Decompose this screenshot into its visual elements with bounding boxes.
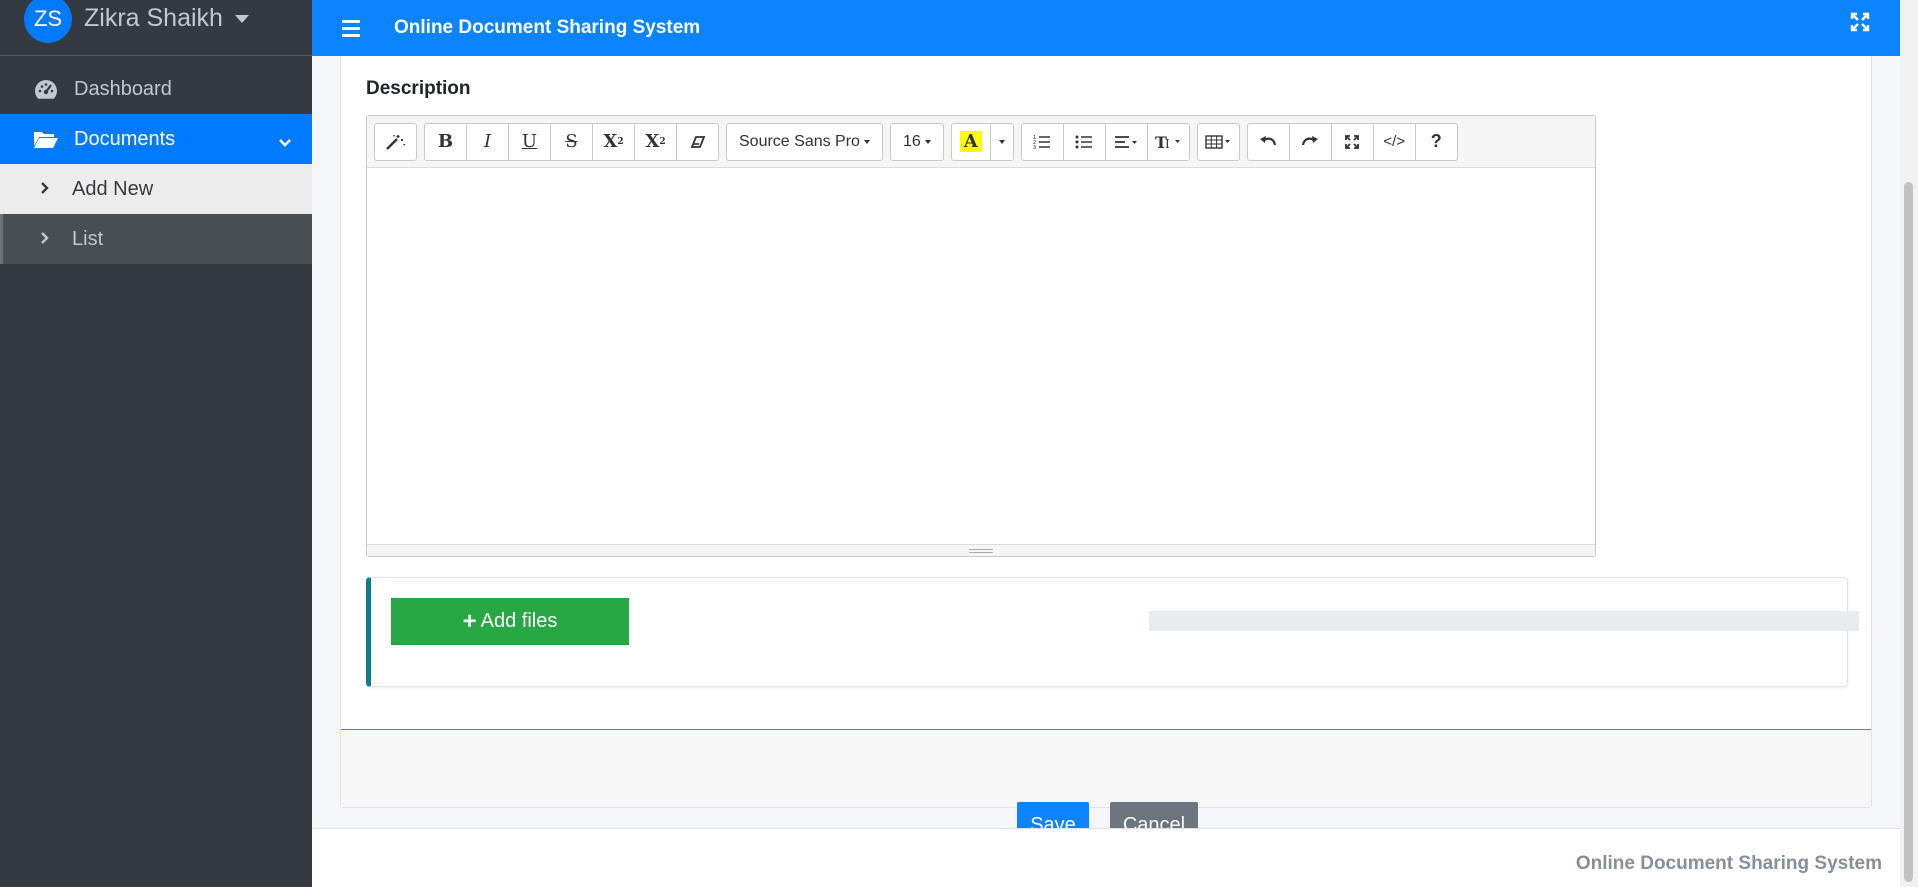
color-dropdown[interactable] <box>989 122 1014 161</box>
sidebar-item-dashboard[interactable]: Dashboard <box>0 64 312 114</box>
caret-down-icon[interactable] <box>234 14 249 23</box>
sidebar-item-label: Dashboard <box>74 77 172 100</box>
svg-text:3: 3 <box>1033 145 1036 150</box>
ordered-list-icon[interactable]: 123 <box>1020 122 1064 161</box>
code-view-icon[interactable]: </> <box>1372 122 1416 161</box>
superscript-icon[interactable]: X2 <box>592 122 635 161</box>
document-form-card: Description B I U S X2 X2 Source Sans Pr… <box>340 56 1872 849</box>
sidebar-item-documents[interactable]: Documents <box>0 114 312 164</box>
align-icon[interactable] <box>1104 122 1148 161</box>
svg-text:I: I <box>1165 137 1170 150</box>
underline-icon[interactable]: U <box>508 122 551 161</box>
font-family-dropdown[interactable]: Source Sans Pro <box>726 122 883 161</box>
fullscreen-icon[interactable] <box>1330 122 1374 161</box>
subscript-icon[interactable]: X2 <box>634 122 677 161</box>
bold-icon[interactable]: B <box>424 122 467 161</box>
rich-text-editor: B I U S X2 X2 Source Sans Pro 16 A 1 2 3… <box>366 115 1596 557</box>
plus-icon: + <box>462 607 477 635</box>
sidebar-item-list[interactable]: List <box>0 214 312 264</box>
line-height-icon[interactable]: TI <box>1146 122 1190 161</box>
user-name[interactable]: Zikra Shaikh <box>84 4 223 33</box>
redo-icon[interactable] <box>1288 122 1332 161</box>
user-panel[interactable]: ZS Zikra Shaikh <box>0 0 312 56</box>
font-size-dropdown[interactable]: 16 <box>889 122 944 161</box>
description-label: Description <box>366 78 471 99</box>
card-footer: Save Cancel <box>341 729 1871 849</box>
fullscreen-icon[interactable] <box>1850 12 1870 37</box>
editor-toolbar: B I U S X2 X2 Source Sans Pro 16 A 1 2 3… <box>367 116 1595 168</box>
color-icon[interactable]: A <box>950 122 991 161</box>
table-icon[interactable] <box>1196 122 1240 161</box>
folder-open-icon <box>32 127 60 151</box>
add-files-label: Add files <box>480 610 558 632</box>
scrollbar[interactable] <box>1900 0 1918 887</box>
eraser-icon[interactable] <box>676 122 719 161</box>
magic-icon[interactable] <box>374 122 417 161</box>
help-icon[interactable]: ? <box>1414 122 1458 161</box>
sidebar-item-label: List <box>72 227 104 250</box>
unordered-list-icon[interactable] <box>1062 122 1106 161</box>
hamburger-menu-icon[interactable] <box>342 19 360 37</box>
sidebar-item-add-new[interactable]: Add New <box>0 164 312 214</box>
chevron-right-icon <box>40 228 50 251</box>
tachometer-icon <box>32 77 60 101</box>
chevron-down-icon <box>278 131 292 154</box>
add-files-button[interactable]: + Add files <box>391 598 629 645</box>
sidebar-item-label: Documents <box>74 127 176 150</box>
scrollbar-thumb[interactable] <box>1904 182 1913 882</box>
page-footer: Online Document Sharing System <box>312 828 1900 887</box>
avatar: ZS <box>24 0 72 43</box>
strikethrough-icon[interactable]: S <box>550 122 593 161</box>
app-title: Online Document Sharing System <box>394 17 701 38</box>
italic-icon[interactable]: I <box>466 122 509 161</box>
editor-content-area[interactable] <box>367 168 1595 544</box>
sidebar-item-label: Add New <box>72 177 154 200</box>
top-navbar: Online Document Sharing System <box>312 0 1900 56</box>
sidebar: ZS Zikra Shaikh Dashboard Documents Add … <box>0 0 312 887</box>
file-upload-panel: + Add files <box>366 577 1859 687</box>
footer-text: Online Document Sharing System <box>1575 853 1882 874</box>
chevron-right-icon <box>40 178 50 201</box>
editor-resize-handle[interactable] <box>367 544 1595 556</box>
upload-progress-bar <box>1149 611 1859 631</box>
undo-icon[interactable] <box>1246 122 1290 161</box>
